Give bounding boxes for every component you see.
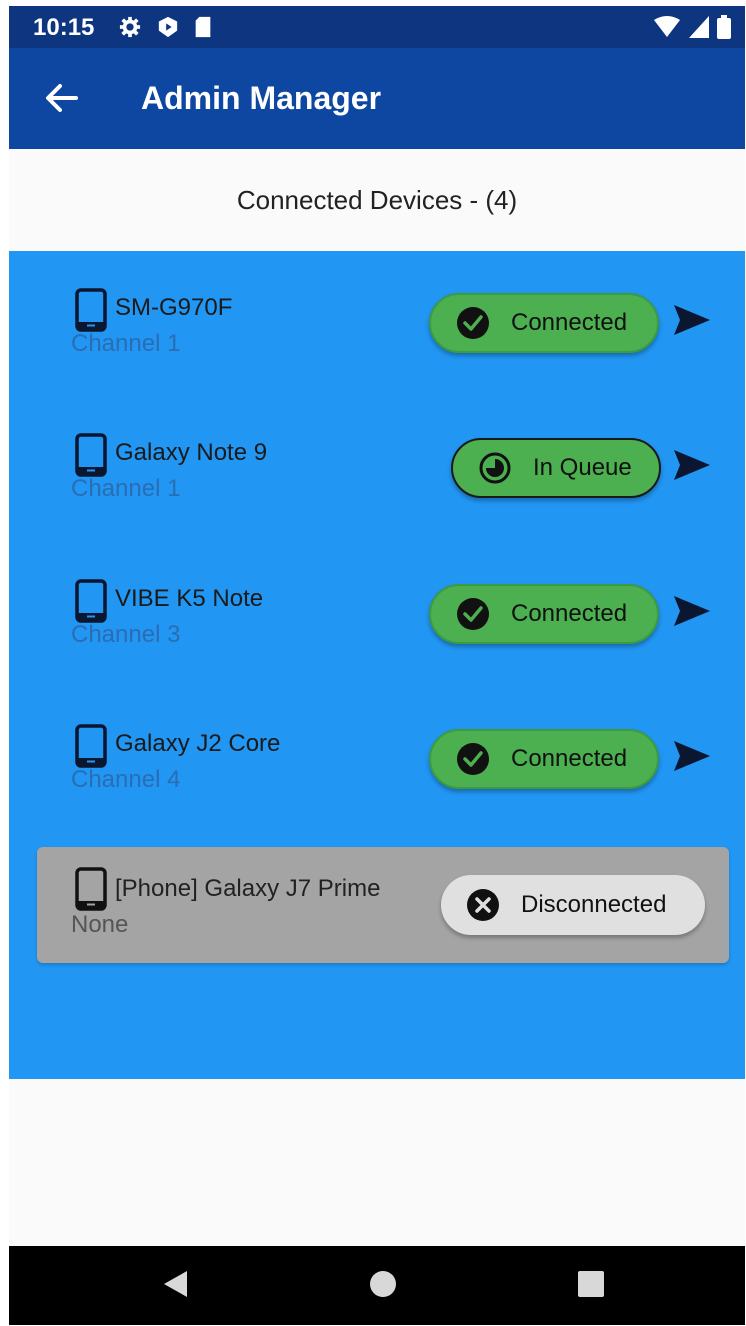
send-icon xyxy=(672,594,712,633)
cancel-icon xyxy=(465,887,501,923)
smartphone-icon xyxy=(75,433,107,477)
device-channel: Channel 3 xyxy=(71,621,181,648)
check-circle-icon xyxy=(455,596,491,632)
device-name: [Phone] Galaxy J7 Prime xyxy=(115,875,381,902)
status-time: 10:15 xyxy=(33,14,95,41)
status-label: Connected xyxy=(511,745,628,772)
status-bar: 10:15 xyxy=(9,6,745,48)
device-list: SM-G970F Channel 1 Connected Galaxy Note… xyxy=(9,251,745,1079)
page-title: Admin Manager xyxy=(141,80,382,116)
status-button-disconnected[interactable]: Disconnected xyxy=(441,875,705,935)
battery-icon xyxy=(717,15,731,44)
device-row: VIBE K5 Note Channel 3 Connected xyxy=(9,579,745,679)
section-heading: Connected Devices - (4) xyxy=(236,184,518,215)
status-label: Disconnected xyxy=(521,891,667,918)
settings-icon xyxy=(119,16,141,43)
status-label: Connected xyxy=(511,309,628,336)
status-button-connected[interactable]: Connected xyxy=(429,729,659,789)
sd-card-icon xyxy=(193,16,213,43)
status-label: In Queue xyxy=(533,454,632,481)
status-button-connected[interactable]: Connected xyxy=(429,584,659,644)
status-button-in-queue[interactable]: In Queue xyxy=(451,438,661,498)
send-button[interactable] xyxy=(671,447,713,487)
nav-back-button[interactable] xyxy=(155,1268,195,1304)
device-channel: Channel 1 xyxy=(71,330,181,357)
device-name: Galaxy J2 Core xyxy=(115,730,281,757)
home-circle-icon xyxy=(369,1270,397,1303)
screen: 10:15 Admin Manager Connected Devices - … xyxy=(9,6,745,1325)
device-row: Galaxy Note 9 Channel 1 In Queue xyxy=(9,433,745,533)
status-button-connected[interactable]: Connected xyxy=(429,293,659,353)
navigation-bar xyxy=(9,1246,745,1325)
disconnected-device-card[interactable]: [Phone] Galaxy J7 Prime None Disconnecte… xyxy=(37,847,729,963)
check-circle-icon xyxy=(455,305,491,341)
app-bar: Admin Manager xyxy=(9,48,745,149)
smartphone-icon xyxy=(75,288,107,332)
check-circle-icon xyxy=(455,741,491,777)
device-channel: Channel 1 xyxy=(71,475,181,502)
signal-icon xyxy=(689,16,709,43)
back-button[interactable] xyxy=(37,76,85,124)
smartphone-icon xyxy=(75,579,107,623)
device-name: Galaxy Note 9 xyxy=(115,439,268,466)
status-label: Connected xyxy=(511,600,628,627)
nav-recents-button[interactable] xyxy=(571,1268,611,1304)
device-name: SM-G970F xyxy=(115,294,233,321)
device-name: VIBE K5 Note xyxy=(115,585,264,612)
play-shield-icon xyxy=(157,16,179,43)
smartphone-icon xyxy=(75,724,107,768)
send-icon xyxy=(672,739,712,778)
recents-square-icon xyxy=(577,1270,605,1303)
wifi-icon xyxy=(653,16,681,43)
back-triangle-icon xyxy=(161,1269,189,1304)
device-channel: None xyxy=(71,911,129,938)
smartphone-icon xyxy=(75,867,107,911)
send-button[interactable] xyxy=(671,738,713,778)
send-icon xyxy=(672,448,712,487)
send-button[interactable] xyxy=(671,302,713,342)
nav-home-button[interactable] xyxy=(363,1268,403,1304)
arrow-back-icon xyxy=(44,83,78,118)
device-row: Galaxy J2 Core Channel 4 Connected xyxy=(9,724,745,824)
send-button[interactable] xyxy=(671,593,713,633)
send-icon xyxy=(672,303,712,342)
clock-icon xyxy=(477,450,513,486)
device-row: SM-G970F Channel 1 Connected xyxy=(9,288,745,388)
device-channel: Channel 4 xyxy=(71,766,181,793)
